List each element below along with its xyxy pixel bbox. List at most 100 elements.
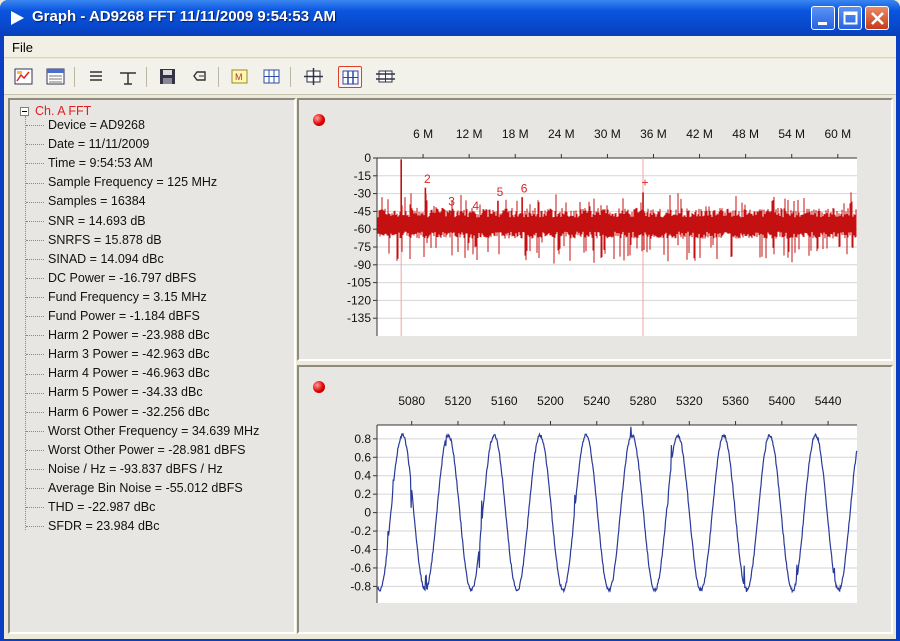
list-view-button[interactable] (84, 66, 108, 88)
tree-item[interactable]: Time = 9:54:53 AM (26, 154, 153, 173)
collapse-icon[interactable] (20, 107, 29, 116)
x-tick-label: 5320 (676, 394, 703, 408)
time-domain-chart[interactable]: 0.8 0.6 0.4 0.2 0 -0.2 -0.4 -0.6 -0.8 5080 5120 516… (299, 367, 891, 632)
maximize-button[interactable] (838, 6, 862, 30)
x-tick-label: 5280 (630, 394, 657, 408)
x-tick-label: 48 M (732, 127, 759, 141)
toolbar: M (4, 59, 896, 95)
x-tick-label: 5200 (537, 394, 564, 408)
maximize-icon (843, 11, 858, 25)
play-icon (11, 11, 24, 25)
zoom-x-button[interactable] (338, 66, 362, 88)
tree-item[interactable]: Noise / Hz = -93.837 dBFS / Hz (26, 460, 223, 479)
plot-area (377, 425, 857, 603)
y-tick-label: -45 (354, 204, 372, 218)
x-tick-label: 6 M (413, 127, 433, 141)
zoom-y-icon (376, 70, 395, 83)
svg-text:M: M (235, 72, 243, 82)
tree-item[interactable]: SNRFS = 15.878 dB (26, 231, 162, 250)
y-tick-label: 0.2 (354, 487, 371, 501)
y-tick-label: 0.8 (354, 432, 371, 446)
x-tick-label: 5400 (768, 394, 795, 408)
y-tick-label: -0.8 (350, 579, 371, 593)
y-tick-label: -90 (354, 258, 372, 272)
tree-item[interactable]: Harm 5 Power = -34.33 dBc (26, 383, 203, 402)
toolbar-separator (146, 67, 147, 87)
y-tick-label: -0.2 (350, 524, 371, 538)
tree-item[interactable]: Fund Power = -1.184 dBFS (26, 307, 200, 326)
chart-view-button[interactable] (12, 66, 36, 88)
x-tick-label: 18 M (502, 127, 529, 141)
y-tick-label: -120 (347, 293, 371, 307)
table-view-button[interactable] (44, 66, 68, 88)
tree-item[interactable]: THD = -22.987 dBc (26, 498, 155, 517)
tree-item[interactable]: Worst Other Power = -28.981 dBFS (26, 441, 245, 460)
minimize-button[interactable] (811, 6, 835, 30)
undo-button[interactable] (188, 66, 212, 88)
tree-item[interactable]: Device = AD9268 (26, 116, 145, 135)
y-tick-label: -0.4 (350, 543, 371, 557)
tree-item[interactable]: Harm 4 Power = -46.963 dBc (26, 364, 210, 383)
close-button[interactable] (865, 6, 889, 30)
title-bar[interactable]: Graph - AD9268 FFT 11/11/2009 9:54:53 AM (0, 0, 900, 36)
y-tick-label: -15 (354, 169, 372, 183)
chart-icon (14, 68, 33, 85)
x-tick-label: 5240 (583, 394, 610, 408)
y-tick-label: -0.6 (350, 561, 371, 575)
tree-item[interactable]: Harm 6 Power = -32.256 dBc (26, 403, 210, 422)
menu-file[interactable]: File (12, 40, 33, 55)
minimize-icon (818, 22, 827, 25)
x-tick-label: 42 M (686, 127, 713, 141)
save-button[interactable] (156, 66, 180, 88)
tree-item[interactable]: Average Bin Noise = -55.012 dBFS (26, 479, 243, 498)
y-tick-label: -135 (347, 311, 371, 325)
y-tick-label: 0 (364, 151, 371, 165)
x-tick-label: 24 M (548, 127, 575, 141)
measurement-tree: Ch. A FFT Device = AD9268 Date = 11/11/20… (8, 98, 296, 634)
y-tick-label: 0.4 (354, 469, 371, 483)
y-tick-label: -60 (354, 222, 372, 236)
x-tick-label: 5080 (398, 394, 425, 408)
fft-chart[interactable]: 0 -15 -30 -45 -60 -75 -90 -105 -120 -135 6 M 12 M 18… (299, 100, 891, 359)
toolbar-separator (218, 67, 219, 87)
list-icon (90, 71, 102, 81)
fft-plot-panel: 0 -15 -30 -45 -60 -75 -90 -105 -120 -135 6 M 12 M 18… (297, 98, 893, 361)
marker-icon: M (231, 69, 248, 84)
toolbar-separator (290, 67, 291, 87)
tree-item[interactable]: Sample Frequency = 125 MHz (26, 173, 217, 192)
tree-item[interactable]: DC Power = -16.797 dBFS (26, 269, 196, 288)
harmonic-label: 6 (521, 181, 528, 195)
x-tick-label: 54 M (778, 127, 805, 141)
undo-icon (193, 71, 206, 81)
harmonic-label: + (642, 175, 649, 189)
tree-item[interactable]: SFDR = 23.984 dBc (26, 517, 160, 536)
y-tick-label: 0 (364, 506, 371, 520)
x-tick-label: 12 M (456, 127, 483, 141)
tree-item[interactable]: Fund Frequency = 3.15 MHz (26, 288, 207, 307)
x-tick-label: 5440 (815, 394, 842, 408)
menu-bar: File (4, 36, 896, 58)
x-tick-label: 5360 (722, 394, 749, 408)
y-tick-label: -105 (347, 276, 371, 290)
zoom-both-button[interactable] (302, 66, 326, 88)
tree-item[interactable]: Harm 3 Power = -42.963 dBc (26, 345, 210, 364)
marker-button[interactable]: M (228, 66, 252, 88)
tree-item[interactable]: SINAD = 14.094 dBc (26, 250, 164, 269)
table-icon (46, 68, 65, 85)
harmonic-label: 2 (424, 172, 431, 186)
tree-item[interactable]: Date = 11/11/2009 (26, 135, 149, 154)
zoom-y-button[interactable] (374, 66, 398, 88)
tree-item[interactable]: SNR = 14.693 dB (26, 212, 146, 231)
x-tick-label: 30 M (594, 127, 621, 141)
grid-button[interactable] (260, 66, 284, 88)
harmonic-label: 3 (448, 194, 455, 208)
split-icon (120, 72, 136, 85)
tree-item[interactable]: Samples = 16384 (26, 192, 146, 211)
x-tick-label: 60 M (824, 127, 851, 141)
client-area: File M Ch. A FFT Device = AD9268 Date = … (4, 36, 896, 639)
tree-item[interactable]: Worst Other Frequency = 34.639 MHz (26, 422, 259, 441)
harmonic-label: 5 (497, 185, 504, 199)
split-view-button[interactable] (116, 66, 140, 88)
time-plot-panel: 0.8 0.6 0.4 0.2 0 -0.2 -0.4 -0.6 -0.8 5080 5120 516… (297, 365, 893, 634)
tree-item[interactable]: Harm 2 Power = -23.988 dBc (26, 326, 210, 345)
